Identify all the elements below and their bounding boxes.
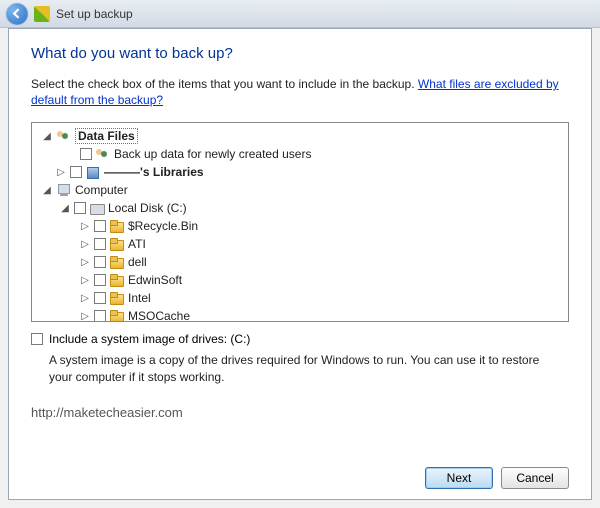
expand-icon[interactable]: ▷ xyxy=(79,220,91,232)
watermark: http://maketecheasier.com xyxy=(31,405,569,420)
collapse-icon[interactable]: ◢ xyxy=(41,130,53,142)
libraries-icon xyxy=(85,165,101,179)
collapse-icon[interactable]: ◢ xyxy=(41,184,53,196)
system-image-description: A system image is a copy of the drives r… xyxy=(49,352,559,384)
folder-icon xyxy=(109,309,125,322)
node-label: MSOCache xyxy=(128,309,190,322)
tree-node-local-disk[interactable]: ◢ Local Disk (C:) xyxy=(34,199,566,217)
wizard-page: What do you want to back up? Select the … xyxy=(8,28,592,500)
window-title: Set up backup xyxy=(56,7,133,21)
tree-node-computer[interactable]: ◢ Computer xyxy=(34,181,566,199)
collapse-icon[interactable]: ◢ xyxy=(59,202,71,214)
folder-icon xyxy=(109,237,125,251)
node-label: Data Files xyxy=(75,128,138,144)
tree-node-folder[interactable]: ▷ ATI xyxy=(34,235,566,253)
checkbox[interactable] xyxy=(74,202,86,214)
intro-paragraph: Select the check box of the items that y… xyxy=(31,76,569,108)
node-label: $Recycle.Bin xyxy=(128,219,198,233)
checkbox[interactable] xyxy=(94,256,106,268)
expand-icon[interactable]: ▷ xyxy=(79,292,91,304)
node-label: EdwinSoft xyxy=(128,273,182,287)
app-icon xyxy=(34,6,50,22)
expand-icon[interactable]: ▷ xyxy=(79,274,91,286)
expand-icon[interactable]: ▷ xyxy=(79,238,91,250)
folder-icon xyxy=(109,219,125,233)
checkbox[interactable] xyxy=(94,274,106,286)
folder-icon xyxy=(109,291,125,305)
tree-node-folder[interactable]: ▷ Intel xyxy=(34,289,566,307)
page-heading: What do you want to back up? xyxy=(31,45,569,62)
tree-node-user-libraries[interactable]: ▷ ———'s Libraries xyxy=(34,163,566,181)
expand-icon[interactable]: ▷ xyxy=(79,256,91,268)
node-label: Intel xyxy=(128,291,151,305)
wizard-footer: Next Cancel xyxy=(31,457,569,489)
tree-node-folder[interactable]: ▷ $Recycle.Bin xyxy=(34,217,566,235)
system-image-label: Include a system image of drives: (C:) xyxy=(49,332,250,346)
people-icon xyxy=(95,147,111,161)
checkbox[interactable] xyxy=(94,238,106,250)
folder-icon xyxy=(109,273,125,287)
system-image-checkbox[interactable] xyxy=(31,333,43,345)
tree-node-folder[interactable]: ▷ dell xyxy=(34,253,566,271)
folder-icon xyxy=(109,255,125,269)
expand-icon[interactable]: ▷ xyxy=(79,310,91,322)
node-label: dell xyxy=(128,255,147,269)
titlebar: Set up backup xyxy=(0,0,600,28)
system-image-section: Include a system image of drives: (C:) A… xyxy=(31,332,569,384)
checkbox[interactable] xyxy=(94,220,106,232)
disk-icon xyxy=(89,201,105,215)
checkbox[interactable] xyxy=(94,292,106,304)
cancel-button[interactable]: Cancel xyxy=(501,467,569,489)
tree-node-folder[interactable]: ▷ EdwinSoft xyxy=(34,271,566,289)
tree-node-new-users[interactable]: Back up data for newly created users xyxy=(34,145,566,163)
node-label: ———'s Libraries xyxy=(104,165,204,179)
tree-node-folder[interactable]: ▷ MSOCache xyxy=(34,307,566,322)
people-icon xyxy=(56,129,72,143)
computer-icon xyxy=(56,183,72,197)
checkbox[interactable] xyxy=(70,166,82,178)
node-label: ATI xyxy=(128,237,146,251)
expand-icon[interactable]: ▷ xyxy=(55,166,67,178)
next-button[interactable]: Next xyxy=(425,467,493,489)
node-label: Local Disk (C:) xyxy=(108,201,187,215)
tree-node-data-files[interactable]: ◢ Data Files xyxy=(34,127,566,145)
backup-items-tree[interactable]: ◢ Data Files Back up data for newly crea… xyxy=(31,122,569,322)
back-button[interactable] xyxy=(6,3,28,25)
node-label: Computer xyxy=(75,183,128,197)
checkbox[interactable] xyxy=(80,148,92,160)
node-label: Back up data for newly created users xyxy=(114,147,311,161)
checkbox[interactable] xyxy=(94,310,106,322)
intro-text: Select the check box of the items that y… xyxy=(31,77,418,91)
